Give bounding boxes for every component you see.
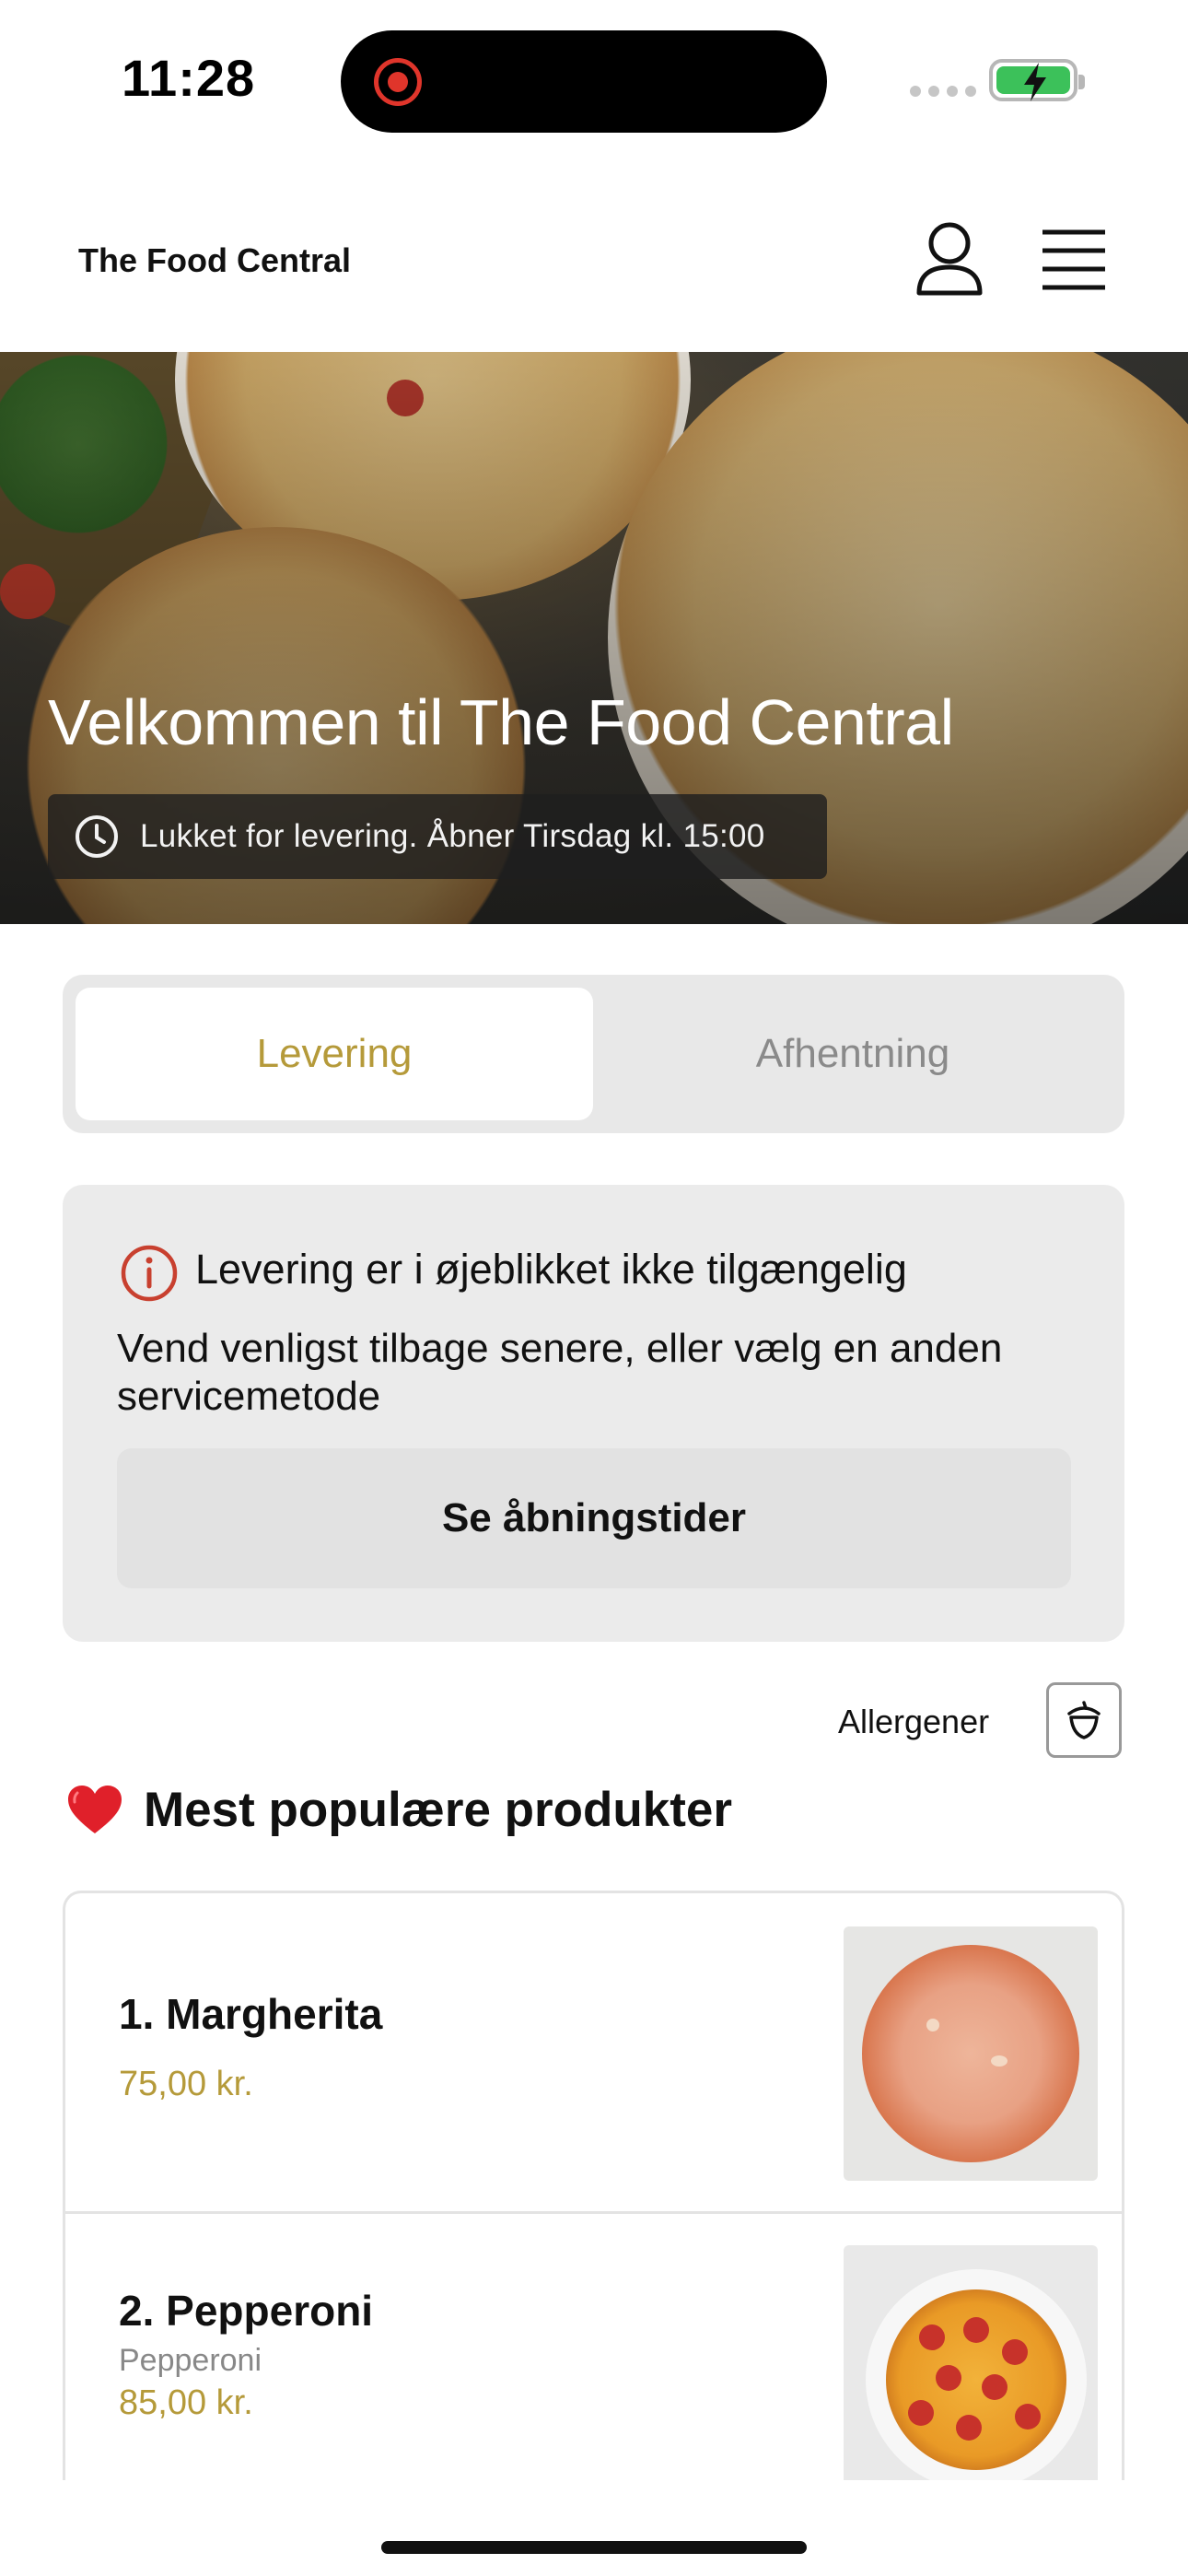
product-list: 1. Margherita 75,00 kr. 2. Pepperoni Pep… (63, 1891, 1124, 2480)
brand-name[interactable]: The Food Central (78, 241, 351, 280)
opening-hours-button[interactable]: Se åbningstider (117, 1448, 1071, 1588)
hero-title: Velkommen til The Food Central (48, 686, 954, 758)
recording-icon (374, 58, 422, 106)
hero-banner: Velkommen til The Food Central Lukket fo… (0, 352, 1188, 924)
signal-icon (910, 86, 976, 97)
product-image-margherita (844, 1926, 1098, 2181)
info-icon (121, 1245, 178, 1302)
dynamic-island (341, 30, 827, 133)
status-bar: 11:28 (0, 0, 1188, 157)
delivery-unavailable-notice: Levering er i øjeblikket ikke tilgængeli… (63, 1185, 1124, 1642)
product-item[interactable]: 2. Pepperoni Pepperoni 85,00 kr. (65, 2214, 1122, 2480)
tab-pickup[interactable]: Afhentning (594, 988, 1112, 1120)
tab-delivery[interactable]: Levering (76, 988, 593, 1120)
app-header: The Food Central (0, 184, 1188, 352)
product-image-pepperoni (844, 2245, 1098, 2480)
product-name: 2. Pepperoni (119, 2287, 374, 2335)
menu-button[interactable] (1039, 227, 1109, 293)
popular-products-heading: Mest populære produkter (66, 1782, 732, 1838)
product-item[interactable]: 1. Margherita 75,00 kr. (65, 1893, 1122, 2214)
allergens-label[interactable]: Allergener (838, 1703, 989, 1741)
clock-icon (76, 815, 118, 858)
home-indicator[interactable] (381, 2541, 807, 2554)
delivery-status-text: Lukket for levering. Åbner Tirsdag kl. 1… (140, 818, 765, 854)
delivery-status-badge: Lukket for levering. Åbner Tirsdag kl. 1… (48, 794, 827, 879)
product-name: 1. Margherita (119, 1990, 383, 2038)
acorn-icon (1067, 1701, 1101, 1739)
product-description: Pepperoni (119, 2343, 262, 2378)
service-method-tabs: Levering Afhentning (63, 975, 1124, 1133)
status-time: 11:28 (122, 49, 256, 107)
product-price: 75,00 kr. (119, 2065, 253, 2103)
allergens-button[interactable] (1046, 1682, 1122, 1758)
battery-charging-icon (989, 59, 1085, 101)
account-button[interactable] (912, 221, 987, 299)
heart-icon (68, 1785, 122, 1833)
notice-title: Levering er i øjeblikket ikke tilgængeli… (195, 1246, 907, 1293)
product-price: 85,00 kr. (119, 2383, 253, 2422)
hamburger-menu-icon (1042, 229, 1105, 290)
user-icon (916, 222, 983, 296)
popular-products-title: Mest populære produkter (144, 1783, 733, 1837)
notice-body: Vend venligst tilbage senere, eller vælg… (117, 1326, 1003, 1419)
